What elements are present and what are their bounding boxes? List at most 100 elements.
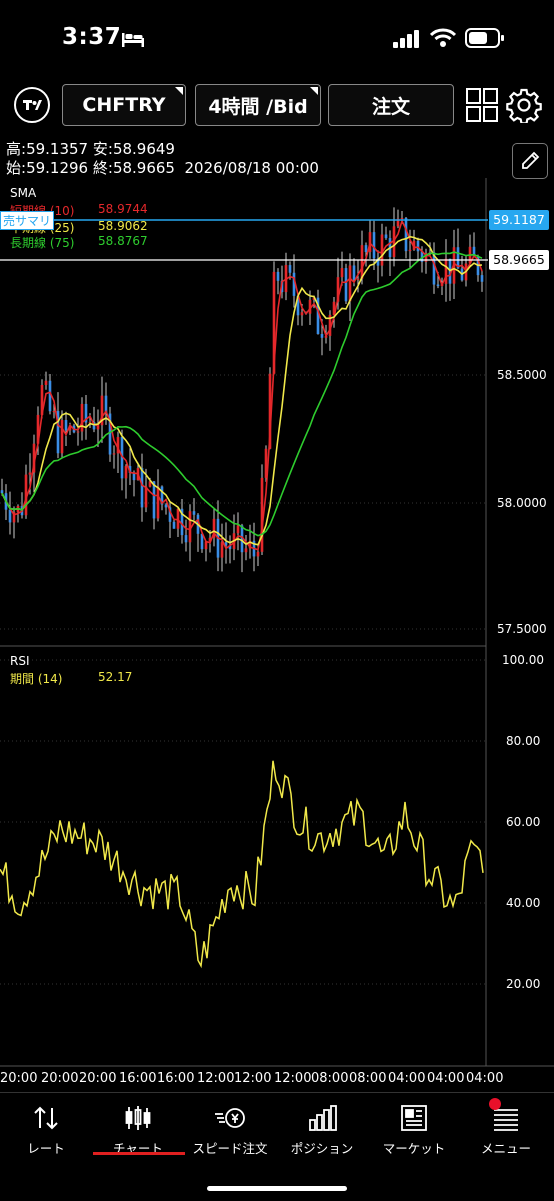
time-axis: 20:00 20:00 20:00 16:00 16:00 12:00 12:00 12:00… [0, 1071, 554, 1089]
sma-short-value: 58.9744 [98, 202, 148, 216]
high-label: 高: [6, 140, 27, 158]
rsi-value: 52.17 [98, 670, 133, 684]
candle-body [356, 278, 360, 280]
candle-body [0, 490, 4, 494]
symbol-selector-button[interactable]: CHFTRY [62, 84, 186, 126]
candle-body [444, 258, 448, 284]
ohlc-open-close: 始:59.1296 終:58.9665 2026/08/18 00:00 [6, 157, 319, 178]
ohlc-high-low: 高:59.1357 安:58.9649 [6, 138, 175, 159]
rsi-line [0, 760, 484, 969]
sleep-focus-icon [122, 33, 144, 47]
bar-datetime: 2026/08/18 00:00 [184, 159, 319, 177]
time-axis-label: 12:00 [197, 1071, 235, 1086]
rsi-title: RSI [10, 654, 30, 668]
time-axis-label: 08:00 [349, 1071, 387, 1086]
candle-body [364, 245, 368, 253]
pencil-icon [522, 151, 540, 169]
candle-body [112, 453, 116, 455]
candle-body [320, 333, 324, 338]
low-value: 58.9649 [112, 140, 175, 158]
candle-body [404, 218, 408, 252]
market-news-icon [401, 1105, 427, 1131]
tab-chart[interactable]: チャート [92, 1104, 184, 1157]
rsi-axis-label: 100.00 [502, 653, 544, 667]
tab-label: スピード注文 [192, 1141, 268, 1156]
candle-body [184, 535, 188, 543]
candle-body [344, 268, 348, 302]
position-bars-icon [309, 1105, 337, 1131]
candle-body [360, 245, 364, 279]
sma-long-value: 58.8767 [98, 234, 148, 248]
active-tab-indicator [93, 1152, 185, 1155]
candle-body [220, 542, 224, 558]
candle-body [80, 403, 84, 432]
candle-body [352, 265, 356, 280]
high-value: 59.1357 [26, 140, 89, 158]
sma-short-line [1, 218, 483, 551]
candle-body [288, 265, 292, 273]
rsi-axis-label: 60.00 [506, 815, 541, 829]
candle-body [340, 268, 344, 278]
rsi-axis-label: 40.00 [506, 896, 541, 910]
time-axis-label: 12:00 [274, 1071, 312, 1086]
candle-body [244, 548, 248, 553]
close-label: 終: [92, 159, 113, 177]
settings-gear-icon[interactable] [506, 87, 542, 123]
sma-lines [1, 218, 483, 551]
corner-marker-icon [175, 87, 183, 95]
time-axis-label: 20:00 [0, 1071, 38, 1086]
timeframe-selector-button[interactable]: 4時間 /Bid [195, 84, 321, 126]
wifi-icon [430, 28, 456, 47]
candle-body [384, 234, 388, 239]
chart-grid [0, 178, 554, 1067]
tab-label: メニュー [480, 1141, 531, 1156]
tab-label: ポジション [290, 1141, 354, 1156]
home-indicator [207, 1186, 347, 1191]
drawing-tool-button[interactable] [512, 143, 548, 179]
candle-body [164, 504, 168, 508]
price-chart[interactable] [0, 178, 554, 1068]
tab-speed-order[interactable]: スピード注文 [184, 1104, 276, 1157]
candle-body [348, 265, 352, 302]
open-value: 59.1296 [26, 159, 89, 177]
time-axis-label: 04:00 [427, 1071, 465, 1086]
last-price-tag: 58.9665 [489, 250, 549, 270]
tab-position[interactable]: ポジション [276, 1104, 368, 1157]
rsi-axis-label: 20.00 [506, 977, 541, 991]
candle-body [64, 420, 68, 431]
time-axis-label: 04:00 [466, 1071, 504, 1086]
time-axis-label: 16:00 [119, 1071, 157, 1086]
candle-body [480, 275, 484, 282]
bid-price-tag: 59.1187 [489, 210, 549, 230]
candle-body [76, 431, 80, 433]
layout-grid-icon[interactable] [466, 88, 498, 122]
tab-menu[interactable]: メニュー [460, 1098, 552, 1157]
sell-summary-tag[interactable]: 売サマリ [0, 211, 55, 230]
time-axis-label: 20:00 [79, 1071, 117, 1086]
time-axis-label: 04:00 [388, 1071, 426, 1086]
sma-mid-value: 58.9062 [98, 219, 148, 233]
corner-marker-icon [310, 87, 318, 95]
tab-label: マーケット [382, 1141, 446, 1156]
tab-rate[interactable]: レート [0, 1104, 92, 1157]
candle-body [60, 420, 64, 454]
sma-mid-line [1, 235, 483, 546]
candle-body [192, 511, 196, 515]
tradingview-logo-icon[interactable] [14, 87, 50, 123]
timeframe-label: 4時間 /Bid [208, 95, 308, 118]
candle-body [236, 525, 240, 534]
candle-body [172, 521, 176, 529]
time-axis-label: 08:00 [311, 1071, 349, 1086]
order-button[interactable]: 注文 [328, 84, 454, 126]
tab-market[interactable]: マーケット [368, 1104, 460, 1157]
candle-body [124, 466, 128, 479]
rate-arrows-icon [34, 1106, 58, 1130]
candle-body [152, 481, 156, 519]
candle-body [8, 509, 12, 523]
candle-body [28, 472, 32, 475]
cellular-signal-icon [393, 30, 419, 48]
candle-body [140, 468, 144, 508]
open-label: 始: [6, 159, 27, 177]
candle-body [44, 380, 48, 386]
candle-body [256, 551, 260, 557]
